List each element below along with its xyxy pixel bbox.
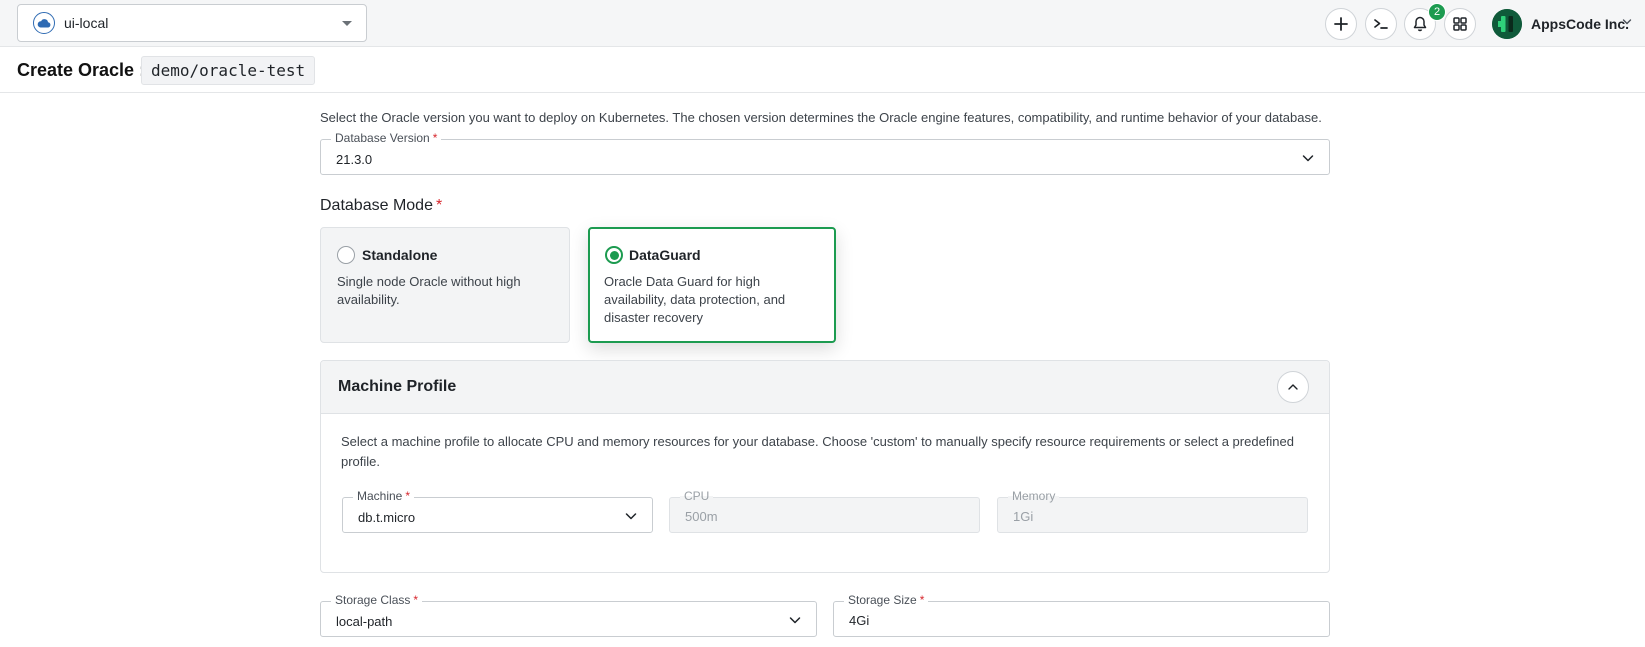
chevron-down-icon xyxy=(789,617,801,624)
mode-description: Single node Oracle without high availabi… xyxy=(337,274,521,307)
mode-card-standalone[interactable]: Standalone Single node Oracle without hi… xyxy=(320,227,570,343)
add-button[interactable] xyxy=(1325,8,1357,40)
plus-icon xyxy=(1334,17,1348,31)
org-avatar[interactable] xyxy=(1492,9,1522,39)
cluster-name: ui-local xyxy=(64,15,109,31)
page-title: Create Oracle : xyxy=(17,60,146,80)
memory-field: Memory 1Gi xyxy=(997,489,1308,533)
mode-name: DataGuard xyxy=(629,247,701,263)
standalone-radio[interactable] xyxy=(337,246,355,264)
terminal-icon xyxy=(1374,19,1388,29)
memory-value: 1Gi xyxy=(1013,509,1034,524)
database-version-value: 21.3.0 xyxy=(336,152,373,167)
caret-down-icon xyxy=(342,21,352,26)
terminal-button[interactable] xyxy=(1365,8,1397,40)
cpu-field: CPU 500m xyxy=(669,489,980,533)
org-logo-icon xyxy=(1492,9,1522,39)
machine-profile-header[interactable]: Machine Profile xyxy=(321,361,1329,414)
mode-name: Standalone xyxy=(362,247,438,263)
mode-description: Oracle Data Guard for high availability,… xyxy=(604,274,786,325)
chevron-down-icon xyxy=(1302,155,1314,162)
cpu-label: CPU xyxy=(680,489,714,503)
cpu-value: 500m xyxy=(685,509,718,524)
chevron-up-icon xyxy=(1288,384,1298,390)
chevron-down-icon[interactable] xyxy=(1622,18,1632,26)
bell-icon xyxy=(1413,16,1427,32)
machine-profile-description: Select a machine profile to allocate CPU… xyxy=(341,434,1294,469)
database-version-select[interactable]: Database Version * 21.3.0 xyxy=(320,131,1330,175)
grid-icon xyxy=(1453,17,1467,31)
storage-size-input[interactable]: Storage Size * 4Gi xyxy=(833,593,1330,637)
cloud-icon xyxy=(33,12,55,34)
notification-count-badge: 2 xyxy=(1428,3,1446,21)
machine-profile-title: Machine Profile xyxy=(338,378,457,395)
storage-class-value: local-path xyxy=(336,614,393,629)
org-name[interactable]: AppsCode Inc. xyxy=(1531,16,1629,32)
memory-label: Memory xyxy=(1008,489,1060,503)
database-version-label: Database Version * xyxy=(331,131,442,145)
machine-profile-section: Machine Profile Select a machine profile… xyxy=(320,360,1330,573)
cluster-select[interactable]: ui-local xyxy=(17,4,367,42)
resource-name: demo/oracle-test xyxy=(141,56,316,85)
collapse-button[interactable] xyxy=(1277,371,1309,403)
machine-select[interactable]: Machine * db.t.micro xyxy=(342,489,653,533)
storage-size-value: 4Gi xyxy=(849,613,870,628)
storage-class-select[interactable]: Storage Class * local-path xyxy=(320,593,817,637)
apps-button[interactable] xyxy=(1444,8,1476,40)
machine-label: Machine * xyxy=(353,489,415,503)
top-bar: ui-local 2 AppsCode Inc. xyxy=(0,0,1645,47)
database-mode-title: Database Mode * xyxy=(320,197,443,214)
storage-class-label: Storage Class * xyxy=(331,593,423,607)
page-header: Create Oracle : demo/oracle-test xyxy=(0,48,1645,93)
machine-value: db.t.micro xyxy=(358,510,416,525)
dataguard-radio[interactable] xyxy=(605,246,623,264)
storage-size-label: Storage Size * xyxy=(844,593,929,607)
mode-card-dataguard[interactable]: DataGuard Oracle Data Guard for high ava… xyxy=(588,227,836,343)
chevron-down-icon xyxy=(625,513,637,520)
version-description: Select the Oracle version you want to de… xyxy=(320,110,1322,125)
